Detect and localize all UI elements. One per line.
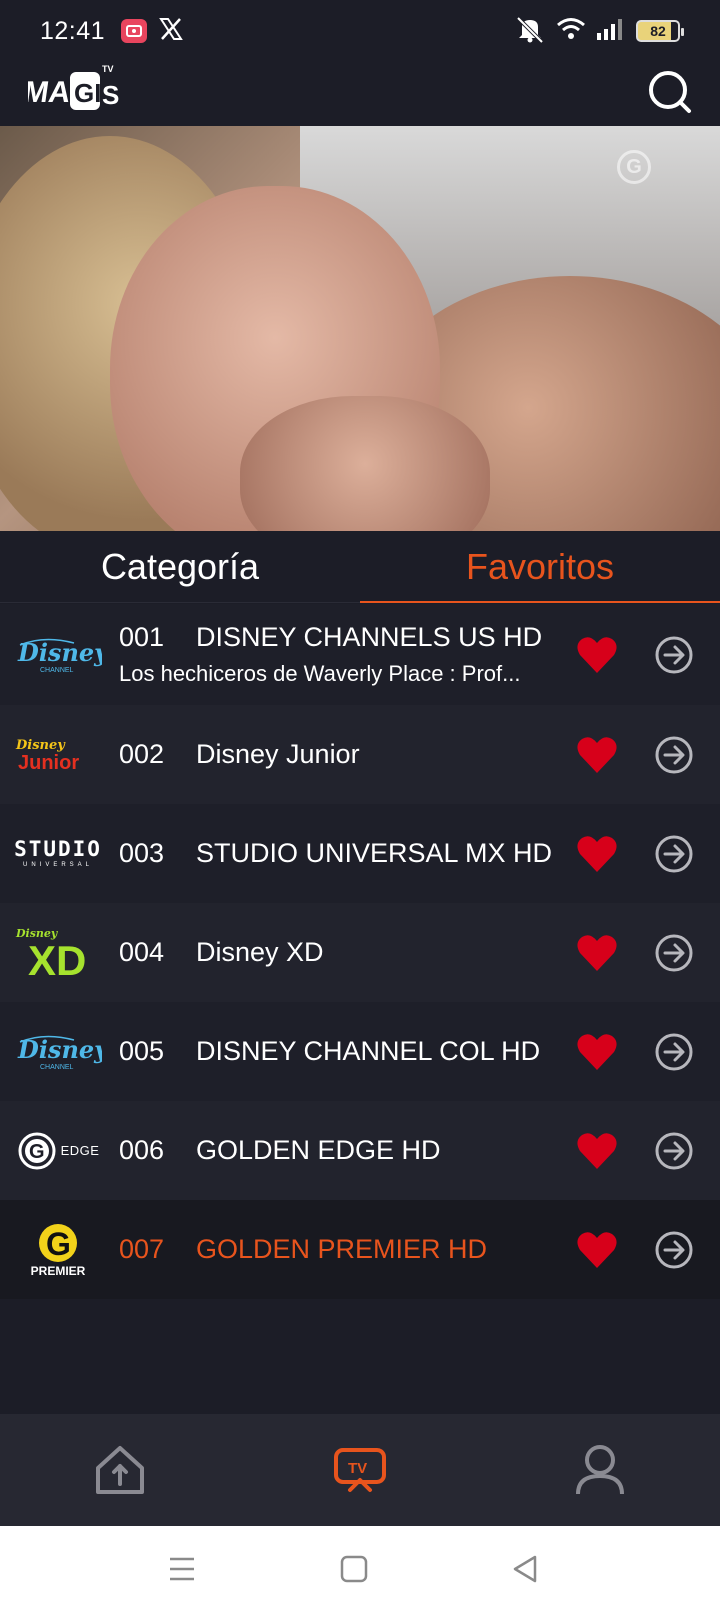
channel-name: STUDIO UNIVERSAL MX HD: [196, 838, 553, 868]
channel-row[interactable]: Disney CHANNEL 001 DISNEY CHANNELS US HD …: [0, 604, 720, 705]
channel-row-selected[interactable]: G PREMIER 007 GOLDEN PREMIER HD: [0, 1200, 720, 1299]
favorite-heart-icon[interactable]: [576, 933, 618, 973]
channel-row[interactable]: Disney CHANNEL 005 DISNEY CHANNEL COL HD: [0, 1002, 720, 1101]
bottom-nav: TV: [0, 1414, 720, 1526]
search-icon: [649, 71, 691, 113]
screen-record-icon: [121, 19, 148, 43]
channel-program: Los hechiceros de Waverly Place : Prof..…: [119, 661, 521, 686]
go-arrow-icon[interactable]: [654, 1230, 694, 1270]
status-time: 12:41: [40, 16, 106, 45]
channel-row[interactable]: Disney Junior 002 Disney Junior: [0, 705, 720, 804]
svg-text:S: S: [102, 80, 119, 110]
favorite-heart-icon[interactable]: [576, 735, 618, 775]
system-nav-bar: [0, 1526, 720, 1612]
home-square-icon[interactable]: [337, 1552, 371, 1586]
x-app-icon: [159, 16, 183, 47]
tab-favoritos[interactable]: Favoritos: [360, 531, 720, 603]
nav-tv[interactable]: TV: [332, 1442, 388, 1498]
channel-number: 004: [119, 937, 165, 967]
menu-icon[interactable]: [165, 1552, 199, 1586]
nav-home[interactable]: [92, 1442, 148, 1498]
channel-number: 001: [119, 622, 165, 652]
channel-row[interactable]: STUDIO UNIVERSAL 003 STUDIO UNIVERSAL MX …: [0, 804, 720, 903]
go-arrow-icon[interactable]: [654, 735, 694, 775]
channel-name: GOLDEN PREMIER HD: [196, 1234, 488, 1264]
channel-list: Disney CHANNEL 001 DISNEY CHANNELS US HD …: [0, 604, 720, 1299]
favorite-heart-icon[interactable]: [576, 1230, 618, 1270]
magis-tv-logo: MA GI S TV: [21, 62, 124, 116]
disney-channel-logo: Disney CHANNEL: [14, 625, 102, 685]
tab-bar: Categoría Favoritos: [0, 531, 720, 603]
channel-number: 002: [119, 739, 165, 769]
svg-text:G: G: [46, 1226, 71, 1262]
channel-name: DISNEY CHANNEL COL HD: [196, 1036, 541, 1066]
favorite-heart-icon[interactable]: [576, 834, 618, 874]
user-icon: [576, 1445, 624, 1495]
home-icon: [96, 1446, 144, 1494]
svg-text:Junior: Junior: [18, 752, 79, 774]
channel-name: Disney Junior: [196, 739, 360, 769]
svg-text:TV: TV: [348, 1460, 367, 1477]
video-player[interactable]: G: [0, 126, 720, 531]
channel-name: GOLDEN EDGE HD: [196, 1135, 441, 1165]
favorite-heart-icon[interactable]: [576, 635, 618, 675]
channel-number: 005: [119, 1036, 165, 1066]
go-arrow-icon[interactable]: [654, 635, 694, 675]
favorite-heart-icon[interactable]: [576, 1032, 618, 1072]
search-button[interactable]: [646, 68, 694, 116]
svg-text:GI: GI: [74, 78, 101, 108]
svg-text:Disney: Disney: [15, 738, 66, 753]
golden-premier-logo: G PREMIER: [30, 1223, 86, 1278]
channel-row[interactable]: G EDGE 006 GOLDEN EDGE HD: [0, 1101, 720, 1200]
tab-categoria[interactable]: Categoría: [0, 531, 360, 602]
signal-icon: [596, 17, 626, 46]
wifi-icon: [556, 17, 586, 46]
channel-row[interactable]: Disney XD 004 Disney XD: [0, 903, 720, 1002]
go-arrow-icon[interactable]: [654, 834, 694, 874]
disney-junior-logo: Disney Junior: [14, 725, 102, 785]
channel-number: 003: [119, 838, 165, 868]
tv-icon: TV: [334, 1448, 386, 1492]
go-arrow-icon[interactable]: [654, 1032, 694, 1072]
studio-universal-logo: STUDIO UNIVERSAL: [14, 837, 102, 869]
channel-number: 007: [119, 1234, 165, 1264]
battery-icon: 82: [636, 20, 684, 42]
channel-name: Disney XD: [196, 937, 324, 967]
mute-icon: [514, 15, 546, 48]
svg-text:G: G: [29, 1141, 45, 1163]
svg-text:CHANNEL: CHANNEL: [40, 667, 74, 674]
favorite-heart-icon[interactable]: [576, 1131, 618, 1171]
go-arrow-icon[interactable]: [654, 1131, 694, 1171]
channel-number: 006: [119, 1135, 165, 1165]
back-triangle-icon[interactable]: [509, 1552, 543, 1586]
status-bar: 12:41 82: [0, 0, 720, 62]
golden-edge-logo: G EDGE: [14, 1121, 102, 1181]
svg-text:MA: MA: [28, 76, 73, 109]
channel-name: DISNEY CHANNELS US HD: [196, 622, 543, 652]
channel-watermark-icon: G: [617, 150, 651, 184]
svg-text:XD: XD: [28, 937, 86, 981]
svg-text:CHANNEL: CHANNEL: [40, 1064, 74, 1071]
disney-xd-logo: Disney XD: [14, 923, 102, 983]
svg-text:TV: TV: [102, 64, 114, 74]
disney-channel-logo: Disney CHANNEL: [14, 1022, 102, 1082]
nav-profile[interactable]: [572, 1442, 628, 1498]
go-arrow-icon[interactable]: [654, 933, 694, 973]
app-header: MA GI S TV: [0, 62, 720, 126]
